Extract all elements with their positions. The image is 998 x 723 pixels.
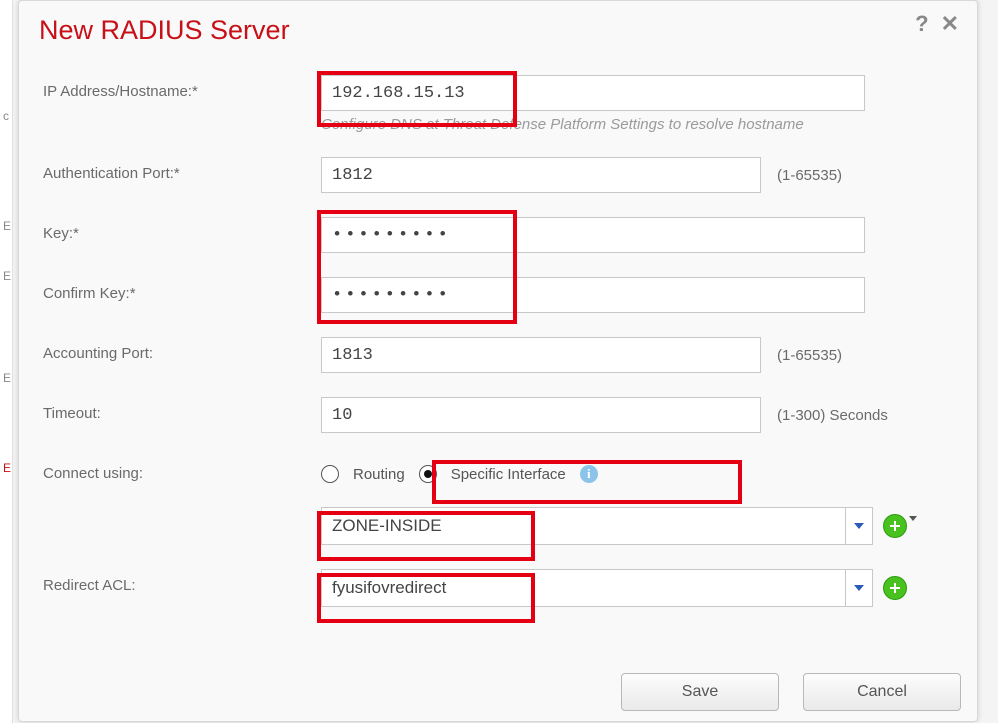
ip-hostname-label: IP Address/Hostname:* bbox=[43, 75, 321, 100]
ip-hostname-hint: Configure DNS at Threat Defense Platform… bbox=[321, 116, 871, 133]
close-icon[interactable]: ✕ bbox=[941, 11, 959, 37]
timeout-range: (1-300) Seconds bbox=[761, 397, 897, 424]
key-input[interactable] bbox=[321, 217, 865, 253]
routing-radio-label: Routing bbox=[353, 466, 405, 483]
confirm-key-input[interactable] bbox=[321, 277, 865, 313]
save-button[interactable]: Save bbox=[621, 673, 779, 711]
dialog-new-radius-server: New RADIUS Server ? ✕ IP Address/Hostnam… bbox=[18, 0, 978, 722]
redirect-acl-select[interactable]: fyusifovredirect bbox=[321, 569, 873, 607]
ip-hostname-input[interactable] bbox=[321, 75, 865, 111]
routing-radio[interactable] bbox=[321, 465, 339, 483]
timeout-input[interactable] bbox=[321, 397, 761, 433]
auth-port-input[interactable] bbox=[321, 157, 761, 193]
acct-port-input[interactable] bbox=[321, 337, 761, 373]
dialog-title: New RADIUS Server bbox=[39, 15, 290, 45]
acct-port-range: (1-65535) bbox=[761, 337, 842, 364]
auth-port-range: (1-65535) bbox=[761, 157, 842, 184]
chevron-down-icon[interactable] bbox=[845, 570, 872, 606]
specific-interface-radio[interactable] bbox=[419, 465, 437, 483]
chevron-down-icon[interactable] bbox=[845, 508, 872, 544]
timeout-label: Timeout: bbox=[43, 397, 321, 422]
acct-port-label: Accounting Port: bbox=[43, 337, 321, 362]
info-icon[interactable]: i bbox=[580, 465, 598, 483]
redirect-acl-value: fyusifovredirect bbox=[322, 578, 845, 598]
help-icon[interactable]: ? bbox=[915, 11, 928, 37]
cancel-button[interactable]: Cancel bbox=[803, 673, 961, 711]
specific-interface-radio-label: Specific Interface bbox=[451, 466, 566, 483]
auth-port-label: Authentication Port:* bbox=[43, 157, 321, 182]
key-label: Key:* bbox=[43, 217, 321, 242]
add-zone-menu-icon[interactable] bbox=[909, 516, 917, 521]
connect-using-label: Connect using: bbox=[43, 457, 321, 482]
confirm-key-label: Confirm Key:* bbox=[43, 277, 321, 302]
add-acl-button[interactable] bbox=[883, 576, 907, 600]
interface-zone-value: ZONE-INSIDE bbox=[322, 516, 845, 536]
redirect-acl-label: Redirect ACL: bbox=[43, 569, 321, 594]
interface-zone-select[interactable]: ZONE-INSIDE bbox=[321, 507, 873, 545]
add-zone-button[interactable] bbox=[883, 514, 907, 538]
